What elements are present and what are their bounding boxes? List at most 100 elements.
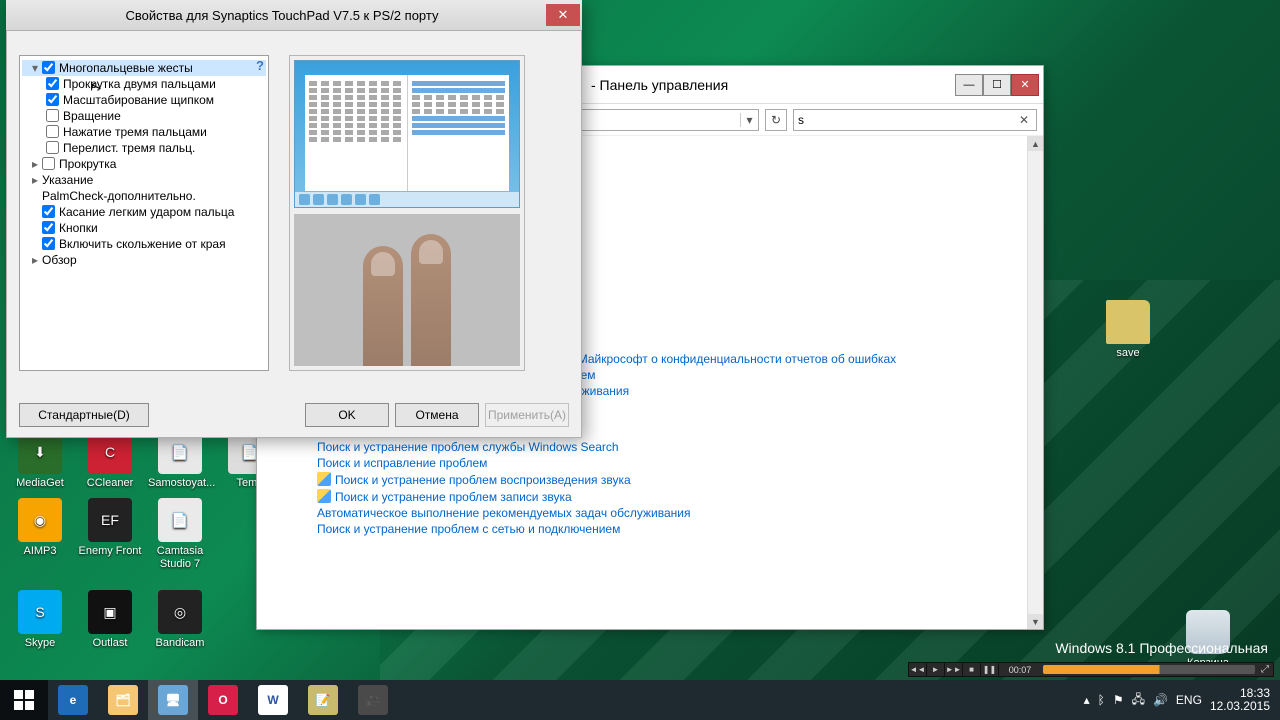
- taskbar-app-word[interactable]: W: [248, 680, 298, 720]
- dialog-title: Свойства для Synaptics TouchPad V7.5 к P…: [18, 8, 546, 23]
- tree-item[interactable]: ▸Прокрутка: [22, 156, 266, 172]
- control-panel-link[interactable]: Поиск и устранение проблем службы Window…: [317, 440, 1027, 454]
- app-icon: 🖥: [158, 685, 188, 715]
- taskbar: e🗂 🖥 OW📝 🎥 ▴ ᛒ ⚑ 🖧 🔊 ENG 18:33 12.03.2015: [0, 680, 1280, 720]
- desktop-icon[interactable]: ⬇MediaGet: [8, 430, 72, 490]
- checkbox[interactable]: [46, 141, 59, 154]
- checkbox[interactable]: [46, 125, 59, 138]
- checkbox[interactable]: [42, 221, 55, 234]
- tree-item[interactable]: ▸Обзор: [22, 252, 266, 268]
- control-panel-link[interactable]: Поиск и исправление проблем: [317, 456, 1027, 470]
- tray-up-icon[interactable]: ▴: [1084, 693, 1090, 707]
- refresh-button[interactable]: ↻: [765, 109, 787, 131]
- taskbar-app-ie[interactable]: e: [48, 680, 98, 720]
- bluetooth-icon[interactable]: ᛒ: [1098, 693, 1105, 707]
- pause-icon[interactable]: ❚❚: [981, 663, 999, 676]
- play-icon[interactable]: ►: [927, 663, 945, 676]
- search-input[interactable]: [798, 110, 1016, 130]
- tree-label: Прокрутка двумя пальцами: [63, 77, 216, 91]
- minimize-button[interactable]: —: [955, 74, 983, 96]
- tree-item[interactable]: Включить скольжение от края: [22, 236, 266, 252]
- next-track-icon[interactable]: ►►: [945, 663, 963, 676]
- media-progress[interactable]: [1043, 665, 1255, 674]
- tree-item[interactable]: Прокрутка двумя пальцами: [36, 76, 266, 92]
- tree-item[interactable]: PalmCheck-дополнительно.: [22, 188, 266, 204]
- desktop-icon[interactable]: ◉AIMP3: [8, 498, 72, 558]
- folder-icon: [1106, 300, 1150, 344]
- scroll-up-icon[interactable]: ▲: [1028, 136, 1043, 151]
- tree-item[interactable]: ▸Указание: [22, 172, 266, 188]
- cancel-button[interactable]: Отмена: [395, 403, 479, 427]
- tree-item[interactable]: Вращение: [36, 108, 266, 124]
- checkbox[interactable]: [46, 93, 59, 106]
- system-tray[interactable]: ▴ ᛒ ⚑ 🖧 🔊 ENG 18:33 12.03.2015: [1074, 680, 1280, 720]
- preview-screen: [294, 60, 520, 208]
- stop-icon[interactable]: ■: [963, 663, 981, 676]
- help-icon[interactable]: ?: [256, 58, 264, 73]
- tree-label: Нажатие тремя пальцами: [63, 125, 207, 139]
- desktop-icon-label: Bandicam: [148, 637, 212, 650]
- clock[interactable]: 18:33 12.03.2015: [1210, 687, 1270, 713]
- checkbox[interactable]: [42, 237, 55, 250]
- taskbar-app-camtasia[interactable]: 🎥: [348, 680, 398, 720]
- desktop-icon[interactable]: ▣Outlast: [78, 590, 142, 650]
- windows-watermark: Windows 8.1 Профессиональная: [1055, 640, 1268, 656]
- language-indicator[interactable]: ENG: [1176, 693, 1202, 707]
- app-icon: ◉: [18, 498, 62, 542]
- shield-icon: [317, 489, 331, 503]
- prev-track-icon[interactable]: ◄◄: [909, 663, 927, 676]
- checkbox[interactable]: [42, 205, 55, 218]
- media-player-overlay[interactable]: ◄◄ ► ►► ■ ❚❚ 00:07 ⤢: [908, 662, 1274, 677]
- checkbox[interactable]: [46, 77, 59, 90]
- action-center-icon[interactable]: ⚑: [1113, 693, 1124, 707]
- tree-item[interactable]: Касание легким ударом пальца: [22, 204, 266, 220]
- volume-icon[interactable]: 🔊: [1153, 693, 1168, 707]
- synaptics-properties-dialog: Свойства для Synaptics TouchPad V7.5 к P…: [6, 0, 582, 438]
- desktop-icon[interactable]: CCCleaner: [78, 430, 142, 490]
- checkbox[interactable]: [46, 109, 59, 122]
- tree-item[interactable]: Перелист. тремя пальц.: [36, 140, 266, 156]
- maximize-button[interactable]: ☐: [983, 74, 1011, 96]
- network-icon[interactable]: 🖧: [1132, 690, 1145, 711]
- scrollbar[interactable]: ▲ ▼: [1027, 136, 1043, 629]
- clear-search-icon[interactable]: ✕: [1016, 113, 1032, 127]
- desktop-icon[interactable]: SSkype: [8, 590, 72, 650]
- tree-label: Обзор: [42, 253, 77, 267]
- desktop-icon[interactable]: ◎Bandicam: [148, 590, 212, 650]
- scroll-down-icon[interactable]: ▼: [1028, 614, 1043, 629]
- desktop-icon[interactable]: 📄Camtasia Studio 7: [148, 498, 212, 571]
- settings-tree[interactable]: ? ↖ ▾Многопальцевые жестыПрокрутка двумя…: [19, 55, 269, 371]
- control-panel-link[interactable]: Автоматическое выполнение рекомендуемых …: [317, 506, 1027, 520]
- defaults-button[interactable]: Стандартные(D): [19, 403, 149, 427]
- control-panel-link[interactable]: Поиск и устранение проблем воспроизведен…: [317, 472, 1027, 487]
- control-panel-link[interactable]: Поиск и устранение проблем записи звука: [317, 489, 1027, 504]
- close-button[interactable]: ✕: [546, 4, 580, 26]
- desktop-icon-save[interactable]: save: [1096, 300, 1160, 360]
- taskbar-app-control-panel[interactable]: 🖥: [148, 680, 198, 720]
- desktop-icon[interactable]: 📄Samostoyat...: [148, 430, 212, 490]
- desktop-icon[interactable]: EFEnemy Front: [78, 498, 142, 558]
- taskbar-app-opera[interactable]: O: [198, 680, 248, 720]
- ok-button[interactable]: OK: [305, 403, 389, 427]
- chevron-down-icon[interactable]: ▾: [740, 113, 758, 127]
- tree-item[interactable]: Масштабирование щипком: [36, 92, 266, 108]
- media-time: 00:07: [999, 663, 1041, 676]
- start-button[interactable]: [0, 680, 48, 720]
- dialog-titlebar[interactable]: Свойства для Synaptics TouchPad V7.5 к P…: [6, 0, 582, 30]
- close-button[interactable]: ✕: [1011, 74, 1039, 96]
- app-icon: 🎥: [358, 685, 388, 715]
- taskbar-app-explorer[interactable]: 🗂: [98, 680, 148, 720]
- tree-label: Касание легким ударом пальца: [59, 205, 234, 219]
- taskbar-app-notes[interactable]: 📝: [298, 680, 348, 720]
- finger-icon: [411, 234, 451, 366]
- checkbox[interactable]: [42, 61, 55, 74]
- control-panel-link[interactable]: Поиск и устранение проблем с сетью и под…: [317, 522, 1027, 536]
- checkbox[interactable]: [42, 157, 55, 170]
- search-box[interactable]: ✕: [793, 109, 1037, 131]
- app-icon: ▣: [88, 590, 132, 634]
- app-icon: S: [18, 590, 62, 634]
- tree-item-root[interactable]: ▾Многопальцевые жесты: [22, 60, 266, 76]
- tree-item[interactable]: Кнопки: [22, 220, 266, 236]
- tree-item[interactable]: Нажатие тремя пальцами: [36, 124, 266, 140]
- media-expand-icon[interactable]: ⤢: [1257, 663, 1273, 676]
